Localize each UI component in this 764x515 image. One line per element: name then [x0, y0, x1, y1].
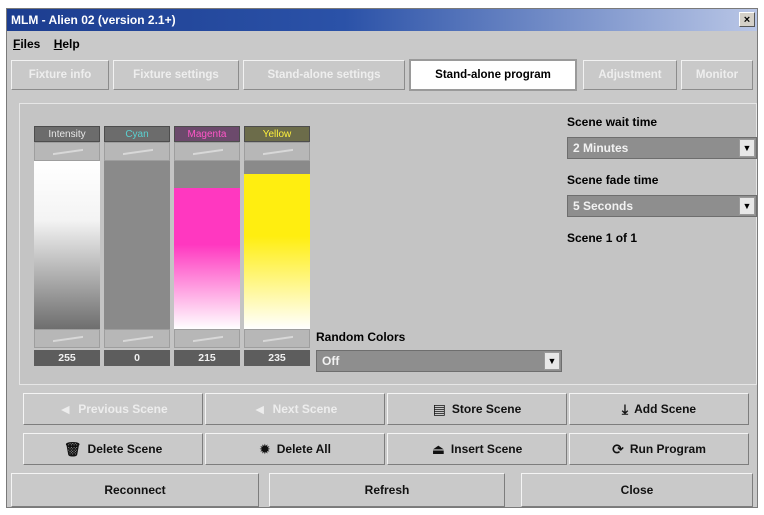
slider-down-arrow-icon[interactable]: [34, 329, 100, 348]
scene-counter: Scene 1 of 1: [567, 231, 638, 245]
reconnect-button[interactable]: Reconnect: [11, 473, 259, 507]
scene-wait-time-select[interactable]: 2 Minutes ▼: [567, 137, 757, 159]
run-icon: ⟳: [612, 440, 624, 457]
previous-scene-button[interactable]: ◄ Previous Scene: [23, 393, 203, 425]
magenta-value: 215: [174, 350, 240, 366]
yellow-fill: [244, 174, 310, 329]
tab-monitor[interactable]: Monitor: [681, 60, 753, 90]
add-icon: ⤓: [621, 400, 629, 417]
previous-arrow-icon: ◄: [58, 401, 73, 417]
intensity-value: 255: [34, 350, 100, 366]
cyan-slider[interactable]: Cyan 0: [104, 126, 170, 366]
slider-up-arrow-icon[interactable]: [244, 142, 310, 161]
slider-down-arrow-icon[interactable]: [244, 329, 310, 348]
menu-bar: Files Help: [13, 37, 90, 55]
next-scene-button[interactable]: ◄ Next Scene: [205, 393, 385, 425]
slider-up-arrow-icon[interactable]: [174, 142, 240, 161]
trash-icon: 🗑: [63, 440, 82, 457]
magenta-fill: [174, 187, 240, 329]
run-program-button[interactable]: ⟳ Run Program: [569, 433, 749, 465]
yellow-slider[interactable]: Yellow 235: [244, 126, 310, 366]
intensity-label: Intensity: [34, 126, 100, 142]
insert-icon: ⏏: [431, 440, 445, 457]
tab-fixture-info[interactable]: Fixture info: [11, 60, 109, 90]
tab-fixture-settings[interactable]: Fixture settings: [113, 60, 239, 90]
title-bar: MLM - Alien 02 (version 2.1+) ×: [7, 9, 757, 31]
random-colors-value: Off: [322, 354, 340, 368]
yellow-track[interactable]: [244, 161, 310, 329]
yellow-value: 235: [244, 350, 310, 366]
cyan-track[interactable]: [104, 161, 170, 329]
cyan-label: Cyan: [104, 126, 170, 142]
cyan-value: 0: [104, 350, 170, 366]
tab-stand-alone-program[interactable]: Stand-alone program: [409, 59, 577, 91]
menu-files[interactable]: Files: [13, 37, 40, 51]
magenta-slider[interactable]: Magenta 215: [174, 126, 240, 366]
delete-all-button[interactable]: ✹ Delete All: [205, 433, 385, 465]
scene-fade-time-value: 5 Seconds: [573, 199, 634, 213]
random-colors-label: Random Colors: [316, 330, 406, 344]
next-arrow-icon: ◄: [252, 401, 267, 417]
slider-down-arrow-icon[interactable]: [174, 329, 240, 348]
main-window: MLM - Alien 02 (version 2.1+) × Files He…: [6, 8, 758, 508]
window-title: MLM - Alien 02 (version 2.1+): [11, 13, 176, 27]
slider-up-arrow-icon[interactable]: [34, 142, 100, 161]
magenta-label: Magenta: [174, 126, 240, 142]
intensity-track[interactable]: [34, 161, 100, 329]
menu-help[interactable]: Help: [54, 37, 80, 51]
delete-all-icon: ✹: [259, 440, 271, 457]
scene-settings: Scene wait time 2 Minutes ▼ Scene fade t…: [567, 115, 763, 245]
scene-wait-time-value: 2 Minutes: [573, 141, 629, 155]
insert-scene-button[interactable]: ⏏ Insert Scene: [387, 433, 567, 465]
tab-stand-alone-settings[interactable]: Stand-alone settings: [243, 60, 405, 90]
add-scene-button[interactable]: ⤓ Add Scene: [569, 393, 749, 425]
chevron-down-icon[interactable]: ▼: [544, 352, 560, 370]
intensity-fill: [34, 161, 100, 329]
close-button[interactable]: Close: [521, 473, 753, 507]
random-colors-select[interactable]: Off ▼: [316, 350, 562, 372]
delete-scene-button[interactable]: 🗑 Delete Scene: [23, 433, 203, 465]
slider-down-arrow-icon[interactable]: [104, 329, 170, 348]
chevron-down-icon[interactable]: ▼: [739, 139, 755, 157]
scene-fade-time-label: Scene fade time: [567, 173, 659, 187]
scene-wait-time-label: Scene wait time: [567, 115, 658, 129]
tab-adjustment[interactable]: Adjustment: [583, 60, 677, 90]
scene-fade-time-select[interactable]: 5 Seconds ▼: [567, 195, 757, 217]
refresh-button[interactable]: Refresh: [269, 473, 505, 507]
yellow-label: Yellow: [244, 126, 310, 142]
store-scene-button[interactable]: ▤ Store Scene: [387, 393, 567, 425]
magenta-track[interactable]: [174, 161, 240, 329]
store-icon: ▤: [432, 400, 446, 417]
intensity-slider[interactable]: Intensity 255: [34, 126, 100, 366]
chevron-down-icon[interactable]: ▼: [739, 197, 755, 215]
slider-up-arrow-icon[interactable]: [104, 142, 170, 161]
close-window-icon[interactable]: ×: [739, 12, 755, 27]
